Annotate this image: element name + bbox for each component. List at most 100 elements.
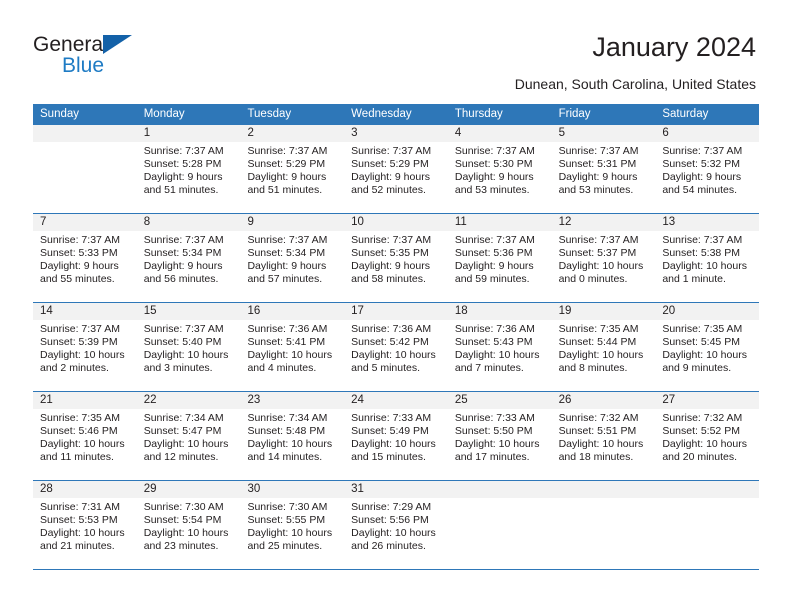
page-subtitle-location: Dunean, South Carolina, United States: [514, 76, 756, 92]
calendar-day-cell[interactable]: 14 Sunrise: 7:37 AM Sunset: 5:39 PM Dayligh…: [33, 303, 137, 391]
generalblue-logo[interactable]: General Blue: [33, 33, 153, 81]
calendar-day-cell[interactable]: 22 Sunrise: 7:34 AM Sunset: 5:47 PM Dayligh…: [136, 392, 241, 480]
daylight-duration-line2: and 4 minutes.: [247, 362, 317, 374]
day-sun-info: Sunrise: 7:29 AM Sunset: 5:56 PM Daylight:…: [344, 498, 448, 553]
day-sun-info: Sunrise: 7:37 AM Sunset: 5:29 PM Daylight:…: [240, 142, 344, 197]
calendar-day-cell[interactable]: 26 Sunrise: 7:32 AM Sunset: 5:51 PM Dayligh…: [551, 392, 656, 480]
calendar-day-cell[interactable]: 20 Sunrise: 7:35 AM Sunset: 5:45 PM Dayligh…: [655, 303, 760, 391]
day-sun-info: Sunrise: 7:37 AM Sunset: 5:28 PM Daylight:…: [137, 142, 241, 197]
day-sun-info: Sunrise: 7:37 AM Sunset: 5:29 PM Daylight:…: [344, 142, 448, 197]
day-number: 19: [551, 303, 656, 320]
day-sun-info: Sunrise: 7:36 AM Sunset: 5:41 PM Daylight:…: [240, 320, 344, 375]
calendar-day-cell[interactable]: 27 Sunrise: 7:32 AM Sunset: 5:52 PM Dayligh…: [655, 392, 760, 480]
calendar-day-cell[interactable]: 2 Sunrise: 7:37 AM Sunset: 5:29 PM Daylight…: [240, 125, 345, 213]
daylight-duration-line2: and 51 minutes.: [143, 184, 219, 196]
daylight-duration-line2: and 7 minutes.: [454, 362, 524, 374]
day-number: 20: [655, 303, 760, 320]
sunset-time: Sunset: 5:40 PM: [143, 336, 222, 348]
calendar-day-cell[interactable]: 25 Sunrise: 7:33 AM Sunset: 5:50 PM Dayligh…: [447, 392, 552, 480]
calendar-day-cell[interactable]: 21 Sunrise: 7:35 AM Sunset: 5:46 PM Dayligh…: [33, 392, 137, 480]
calendar-day-cell-empty: [33, 125, 137, 213]
day-sun-info: Sunrise: 7:37 AM Sunset: 5:30 PM Daylight:…: [448, 142, 552, 197]
day-sun-info: Sunrise: 7:34 AM Sunset: 5:47 PM Daylight:…: [137, 409, 241, 464]
calendar-day-cell[interactable]: 3 Sunrise: 7:37 AM Sunset: 5:29 PM Daylight…: [344, 125, 448, 213]
calendar-day-cell[interactable]: 5 Sunrise: 7:37 AM Sunset: 5:31 PM Daylight…: [551, 125, 656, 213]
calendar-week-row: 7 Sunrise: 7:37 AM Sunset: 5:33 PM Daylight…: [33, 214, 760, 303]
daylight-duration-line2: and 8 minutes.: [558, 362, 628, 374]
calendar-week-row: 1 Sunrise: 7:37 AM Sunset: 5:28 PM Daylight…: [33, 125, 760, 214]
day-sun-info: Sunrise: 7:37 AM Sunset: 5:34 PM Daylight:…: [137, 231, 241, 286]
sunset-time: Sunset: 5:45 PM: [662, 336, 740, 348]
daylight-duration-line1: Daylight: 10 hours: [662, 349, 747, 361]
sunrise-time: Sunrise: 7:37 AM: [662, 234, 743, 246]
calendar-day-cell[interactable]: 18 Sunrise: 7:36 AM Sunset: 5:43 PM Dayligh…: [447, 303, 552, 391]
daylight-duration-line1: Daylight: 10 hours: [40, 349, 125, 361]
weekday-header-monday: Monday: [143, 108, 185, 120]
daylight-duration-line1: Daylight: 10 hours: [454, 438, 540, 450]
daylight-duration-line1: Daylight: 9 hours: [247, 171, 327, 183]
day-sun-info: Sunrise: 7:32 AM Sunset: 5:52 PM Daylight:…: [655, 409, 759, 464]
calendar-day-cell[interactable]: 6 Sunrise: 7:37 AM Sunset: 5:32 PM Daylight…: [655, 125, 760, 213]
calendar-day-cell[interactable]: 11 Sunrise: 7:37 AM Sunset: 5:36 PM Dayligh…: [447, 214, 552, 302]
calendar-day-cell[interactable]: 31 Sunrise: 7:29 AM Sunset: 5:56 PM Dayligh…: [344, 481, 448, 569]
calendar-page: General Blue January 2024 Dunean, South …: [0, 0, 792, 612]
sunrise-time: Sunrise: 7:30 AM: [143, 501, 224, 513]
day-sun-info: Sunrise: 7:35 AM Sunset: 5:46 PM Daylight:…: [33, 409, 137, 464]
day-sun-info: Sunrise: 7:37 AM Sunset: 5:36 PM Daylight:…: [448, 231, 552, 286]
logo-text-blue: Blue: [62, 54, 105, 77]
calendar-weekday-header-row: Sunday Monday Tuesday Wednesday Thursday…: [33, 104, 759, 125]
sunset-time: Sunset: 5:30 PM: [454, 158, 533, 170]
sunrise-time: Sunrise: 7:36 AM: [454, 323, 535, 335]
sunset-time: Sunset: 5:38 PM: [662, 247, 740, 259]
calendar-day-cell[interactable]: 19 Sunrise: 7:35 AM Sunset: 5:44 PM Dayligh…: [551, 303, 656, 391]
daylight-duration-line1: Daylight: 10 hours: [558, 260, 644, 272]
calendar-day-cell[interactable]: 1 Sunrise: 7:37 AM Sunset: 5:28 PM Daylight…: [136, 125, 241, 213]
calendar-day-cell[interactable]: 12 Sunrise: 7:37 AM Sunset: 5:37 PM Dayligh…: [551, 214, 656, 302]
day-number: 9: [240, 214, 345, 231]
daylight-duration-line1: Daylight: 9 hours: [40, 260, 119, 272]
day-sun-info: Sunrise: 7:37 AM Sunset: 5:33 PM Daylight:…: [33, 231, 137, 286]
daylight-duration-line2: and 56 minutes.: [143, 273, 219, 285]
daylight-duration-line2: and 57 minutes.: [247, 273, 323, 285]
sunset-time: Sunset: 5:51 PM: [558, 425, 637, 437]
calendar-day-cell[interactable]: 29 Sunrise: 7:30 AM Sunset: 5:54 PM Dayligh…: [136, 481, 241, 569]
calendar-day-cell[interactable]: 8 Sunrise: 7:37 AM Sunset: 5:34 PM Daylight…: [136, 214, 241, 302]
daylight-duration-line1: Daylight: 10 hours: [143, 349, 229, 361]
day-sun-info: Sunrise: 7:35 AM Sunset: 5:45 PM Daylight:…: [655, 320, 759, 375]
day-number: [447, 481, 552, 498]
daylight-duration-line1: Daylight: 9 hours: [454, 171, 534, 183]
daylight-duration-line2: and 59 minutes.: [454, 273, 530, 285]
sunset-time: Sunset: 5:50 PM: [454, 425, 533, 437]
calendar-day-cell[interactable]: 9 Sunrise: 7:37 AM Sunset: 5:34 PM Daylight…: [240, 214, 345, 302]
calendar-day-cell[interactable]: 28 Sunrise: 7:31 AM Sunset: 5:53 PM Dayligh…: [33, 481, 137, 569]
calendar-day-cell[interactable]: 23 Sunrise: 7:34 AM Sunset: 5:48 PM Dayligh…: [240, 392, 345, 480]
daylight-duration-line2: and 25 minutes.: [247, 540, 323, 552]
calendar-day-cell[interactable]: 7 Sunrise: 7:37 AM Sunset: 5:33 PM Daylight…: [33, 214, 137, 302]
weekday-header-thursday: Thursday: [454, 108, 503, 120]
calendar-day-cell[interactable]: 13 Sunrise: 7:37 AM Sunset: 5:38 PM Dayligh…: [655, 214, 760, 302]
calendar-day-cell[interactable]: 4 Sunrise: 7:37 AM Sunset: 5:30 PM Daylight…: [447, 125, 552, 213]
daylight-duration-line2: and 3 minutes.: [143, 362, 213, 374]
page-header: General Blue January 2024 Dunean, South …: [0, 0, 792, 103]
daylight-duration-line2: and 9 minutes.: [662, 362, 732, 374]
daylight-duration-line2: and 23 minutes.: [143, 540, 219, 552]
daylight-duration-line2: and 51 minutes.: [247, 184, 323, 196]
daylight-duration-line1: Daylight: 9 hours: [143, 260, 223, 272]
daylight-duration-line1: Daylight: 10 hours: [351, 527, 436, 539]
calendar-day-cell[interactable]: 24 Sunrise: 7:33 AM Sunset: 5:49 PM Dayligh…: [344, 392, 448, 480]
day-sun-info: Sunrise: 7:37 AM Sunset: 5:37 PM Daylight:…: [552, 231, 656, 286]
daylight-duration-line1: Daylight: 10 hours: [247, 438, 333, 450]
day-sun-info: Sunrise: 7:37 AM Sunset: 5:34 PM Daylight:…: [240, 231, 344, 286]
calendar-day-cell[interactable]: 17 Sunrise: 7:36 AM Sunset: 5:42 PM Dayligh…: [344, 303, 448, 391]
day-number: 18: [447, 303, 552, 320]
calendar-day-cell[interactable]: 16 Sunrise: 7:36 AM Sunset: 5:41 PM Dayligh…: [240, 303, 345, 391]
calendar-day-cell[interactable]: 10 Sunrise: 7:37 AM Sunset: 5:35 PM Dayligh…: [344, 214, 448, 302]
calendar-day-cell[interactable]: 15 Sunrise: 7:37 AM Sunset: 5:40 PM Dayligh…: [136, 303, 241, 391]
daylight-duration-line2: and 17 minutes.: [454, 451, 530, 463]
sunrise-time: Sunrise: 7:37 AM: [143, 145, 224, 157]
calendar-day-cell[interactable]: 30 Sunrise: 7:30 AM Sunset: 5:55 PM Dayligh…: [240, 481, 345, 569]
day-number: 27: [655, 392, 760, 409]
daylight-duration-line2: and 20 minutes.: [662, 451, 738, 463]
day-sun-info: Sunrise: 7:35 AM Sunset: 5:44 PM Daylight:…: [552, 320, 656, 375]
day-number: 23: [240, 392, 345, 409]
